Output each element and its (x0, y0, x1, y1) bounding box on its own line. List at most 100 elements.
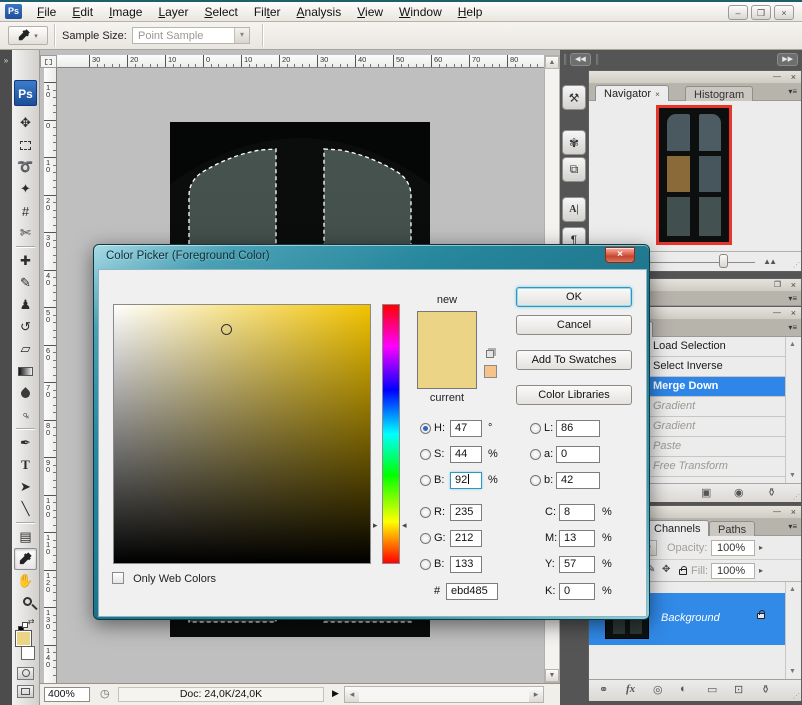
blue-input[interactable]: 133 (450, 556, 482, 573)
close-panel-icon[interactable]: × (791, 280, 796, 290)
web-color-cube-icon[interactable] (486, 350, 494, 358)
blur-tool[interactable] (14, 382, 37, 404)
color-swatches[interactable] (14, 628, 37, 662)
tab-paths[interactable]: Paths (709, 521, 755, 536)
menu-analysis[interactable]: Analysis (289, 5, 350, 19)
group-icon[interactable]: ▭ (707, 683, 717, 696)
path-selection-tool[interactable]: ➤ (14, 476, 37, 498)
saturation-radio[interactable] (420, 449, 431, 460)
lock-position-icon[interactable]: ✥ (662, 564, 670, 575)
hue-slider-handle-right[interactable]: ◂ (402, 520, 407, 531)
opacity-spinner-icon[interactable]: ▸ (759, 543, 763, 552)
menu-layer[interactable]: Layer (150, 5, 196, 19)
quick-selection-tool[interactable]: ✦ (14, 178, 37, 200)
slice-tool[interactable]: ✄ (14, 222, 37, 244)
cancel-button[interactable]: Cancel (516, 315, 632, 335)
layer-style-icon[interactable]: fx (626, 683, 635, 695)
close-panel-icon[interactable]: × (791, 507, 796, 517)
lab-l-input[interactable]: 86 (556, 420, 600, 437)
red-input[interactable]: 235 (450, 504, 482, 521)
delete-layer-icon[interactable]: ⚱ (761, 683, 770, 696)
menu-help[interactable]: Help (450, 5, 491, 19)
blue-radio[interactable] (420, 559, 431, 570)
vertical-ruler[interactable]: 1 001 02 03 04 05 06 07 08 09 01 0 01 1 … (44, 68, 57, 683)
ruler-origin-corner[interactable] (40, 55, 57, 68)
spot-healing-brush-tool[interactable]: ✚ (14, 250, 37, 272)
cyan-input[interactable]: 8 (559, 504, 595, 521)
lasso-tool[interactable]: ➰ (14, 156, 37, 178)
button-mode-icon[interactable]: ▣ (701, 486, 711, 499)
panel-menu-icon[interactable]: ▾≡ (788, 323, 797, 332)
fill-spinner-icon[interactable]: ▸ (759, 566, 763, 575)
layer-mask-icon[interactable]: ◎ (653, 683, 663, 696)
close-tab-icon[interactable]: × (655, 90, 660, 99)
opacity-field[interactable]: 100% (711, 540, 755, 556)
type-tool[interactable]: T (14, 454, 37, 476)
tab-navigator[interactable]: Navigator× (595, 85, 669, 101)
menu-file[interactable]: File (29, 5, 64, 19)
lab-b-input[interactable]: 42 (556, 472, 600, 489)
sample-size-dropdown[interactable]: Point Sample ▾ (132, 27, 250, 44)
add-to-swatches-button[interactable]: Add To Swatches (516, 350, 632, 370)
scroll-up-icon[interactable]: ▲ (789, 341, 796, 348)
ok-button[interactable]: OK (516, 287, 632, 307)
character-icon[interactable]: A| (562, 197, 586, 222)
eraser-tool[interactable]: ▱ (14, 338, 37, 360)
clone-stamp-tool[interactable]: ♟ (14, 294, 37, 316)
resize-grip[interactable]: ⋰ (793, 692, 799, 700)
scroll-down-icon[interactable]: ▼ (789, 668, 796, 675)
close-button[interactable]: × (774, 5, 794, 20)
brushes-icon[interactable]: ✾ (562, 130, 586, 155)
panel-menu-icon[interactable]: ▾≡ (788, 294, 797, 303)
menu-window[interactable]: Window (391, 5, 450, 19)
delete-icon[interactable]: ⚱ (767, 486, 776, 499)
panel-menu-icon[interactable]: ▾≡ (788, 522, 797, 531)
menu-view[interactable]: View (349, 5, 391, 19)
saturation-input[interactable]: 44 (450, 446, 482, 463)
brightness-input[interactable]: 92 (450, 472, 482, 489)
status-flyout-icon[interactable]: ▶ (332, 688, 339, 699)
screen-mode[interactable] (14, 680, 37, 702)
green-input[interactable]: 212 (450, 530, 482, 547)
menu-edit[interactable]: Edit (64, 5, 101, 19)
only-web-colors-checkbox[interactable] (112, 572, 124, 584)
scroll-right-icon[interactable]: ▸ (529, 687, 543, 702)
hex-input[interactable]: ebd485 (446, 583, 498, 600)
crop-tool[interactable]: # (14, 200, 37, 222)
gradient-tool[interactable] (14, 360, 37, 382)
layer-name[interactable]: Background (661, 612, 720, 624)
menu-image[interactable]: Image (101, 5, 150, 19)
toolbox-collapse-strip[interactable]: » (0, 50, 12, 705)
close-panel-icon[interactable]: × (791, 308, 796, 318)
hue-input[interactable]: 47 (450, 420, 482, 437)
minimize-panel-icon[interactable]: — (773, 308, 781, 317)
adjustment-layer-icon[interactable]: ◐ (680, 683, 687, 695)
actions-scrollbar[interactable]: ▲▼ (785, 337, 801, 483)
resize-grip[interactable]: ⋰ (793, 261, 799, 269)
dialog-close-button[interactable]: × (605, 247, 635, 263)
scroll-left-icon[interactable]: ◂ (345, 687, 359, 702)
color-libraries-button[interactable]: Color Libraries (516, 385, 632, 405)
current-tool-chip[interactable]: ▾ (8, 26, 48, 45)
move-tool[interactable]: ✥ (14, 112, 37, 134)
magenta-input[interactable]: 13 (559, 530, 595, 547)
menu-select[interactable]: Select (196, 5, 245, 19)
horizontal-ruler[interactable]: 3020100102030405060708090 (57, 55, 544, 68)
lab-a-radio[interactable] (530, 449, 541, 460)
layers-scrollbar[interactable]: ▲ ▼ (785, 582, 801, 679)
color-field[interactable] (113, 304, 371, 564)
notes-tool[interactable]: ▤ (14, 526, 37, 548)
eyedropper-tool[interactable] (14, 548, 37, 570)
brush-tool[interactable]: ✎ (14, 272, 37, 294)
red-radio[interactable] (420, 507, 431, 518)
navigator-proxy-view[interactable] (656, 105, 732, 245)
link-layers-icon[interactable]: ⚭ (599, 683, 608, 696)
new-action-icon[interactable]: ◉ (734, 486, 744, 499)
panel-menu-icon[interactable]: ▾≡ (788, 87, 797, 96)
zoom-tool[interactable] (14, 592, 37, 614)
hue-radio[interactable] (420, 423, 431, 434)
zoom-level-field[interactable]: 400% (44, 687, 90, 702)
clone-source-icon[interactable]: ⧉ (562, 157, 586, 182)
hand-tool[interactable]: ✋ (14, 570, 37, 592)
horizontal-scrollbar[interactable]: ◂ ▸ (344, 686, 544, 703)
